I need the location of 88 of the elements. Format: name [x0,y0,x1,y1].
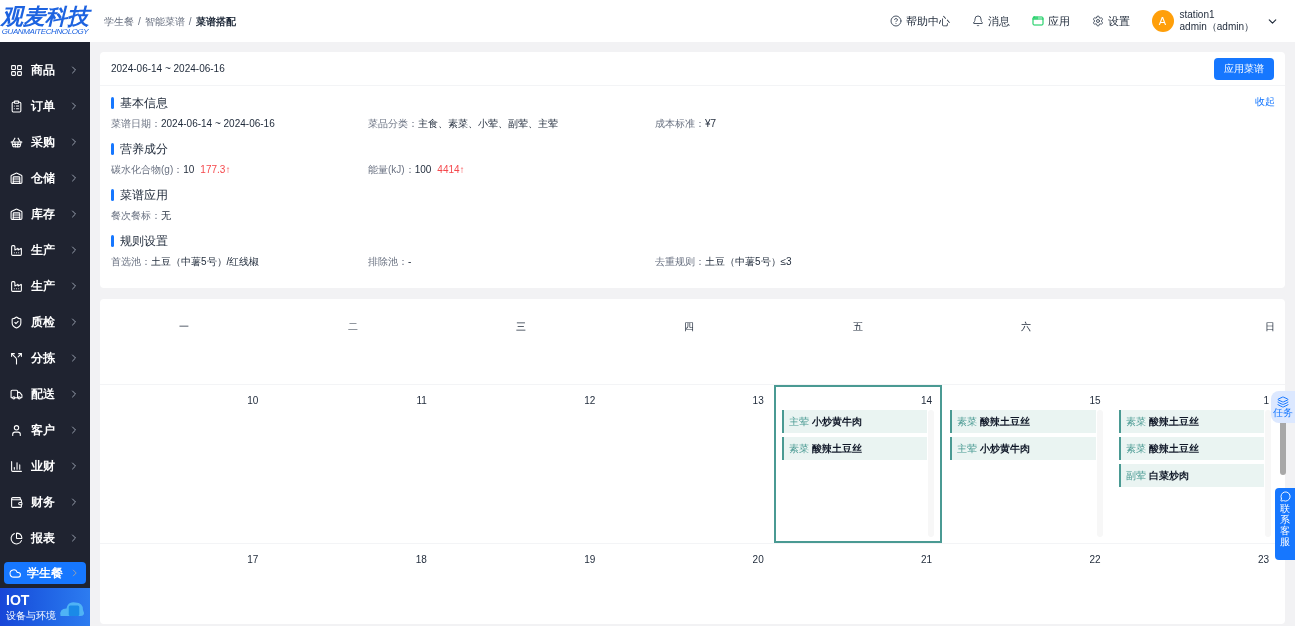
day-number: 12 [583,394,597,408]
info-field: 成本标准：¥7 [655,115,717,131]
calendar-day[interactable]: 14 主荤 小炒黄牛肉 素菜 酸辣土豆丝 [773,385,943,543]
task-button[interactable]: 任务 [1271,391,1295,423]
breadcrumb-separator: / [188,14,192,29]
sidebar-item[interactable]: 配送 [0,376,90,412]
breadcrumb-link[interactable]: 智能菜谱 [144,13,185,29]
menu-event[interactable]: 素菜 酸辣土豆丝 [950,410,1096,433]
day-number: 17 [246,553,260,567]
day-number: 15 [1088,394,1102,408]
day-number: 23 [1256,553,1270,567]
breadcrumb-separator: / [138,14,141,29]
info-field: 首选池：土豆（中薯5号）/红线椒 [111,253,260,269]
info-field: 排除池：- [368,253,412,269]
section-title: 营养成分 [120,141,168,158]
sidebar-item[interactable]: 仓储 [0,160,90,196]
iot-banner[interactable]: IOT 设备与环境 [0,588,90,626]
menu-event[interactable]: 素菜 酸辣土豆丝 [1118,410,1264,433]
day-number: 22 [1088,553,1102,567]
warning-value: 4414↑ [437,162,465,177]
calendar-day[interactable]: 11 [268,385,437,543]
sidebar-item[interactable]: 库存 [0,196,90,232]
header-action[interactable]: 帮助中心 [889,12,950,30]
weekday-header: 四 [683,320,696,334]
sidebar-item[interactable]: 生产 [0,268,90,304]
sidebar-item[interactable]: 财务 [0,484,90,520]
day-number: 19 [583,553,597,567]
day-number: 1 [1262,394,1270,408]
sidebar-item[interactable]: 商品 [0,52,90,88]
info-field: 碳水化合物(g)：10 [111,161,195,177]
apply-menu-button[interactable]: 应用菜谱 [1214,57,1274,80]
calendar-day[interactable]: 18 [268,544,437,624]
calendar-day[interactable]: 13 [605,385,774,543]
weekday-header: 一 [178,320,191,334]
sidebar-item[interactable]: 业财 [0,448,90,484]
day-number: 18 [414,553,428,567]
calendar-day[interactable]: 19 [436,544,606,624]
sidebar-item[interactable]: 质检 [0,304,90,340]
header-action[interactable]: 设置 [1091,12,1130,30]
calendar-day[interactable]: 21 [773,544,943,624]
sidebar-item[interactable]: 分拣 [0,340,90,376]
section-title: 规则设置 [120,233,168,250]
weekday-header: 六 [1020,320,1033,334]
menu-event[interactable]: 副荤 白菜炒肉 [1118,464,1264,487]
warning-value: 177.3↑ [200,162,231,177]
menu-event[interactable]: 主荤 小炒黄牛肉 [781,410,928,433]
calendar-day[interactable]: 10 [100,385,269,543]
weekday-header: 五 [851,320,864,334]
user-name: admin（admin） [1179,21,1254,34]
menu-event[interactable]: 主荤 小炒黄牛肉 [950,437,1096,460]
info-field: 能量(kJ)：100 [368,161,432,177]
info-field: 去重规则：土豆（中薯5号）≤3 [655,253,792,269]
date-range: 2024-06-14 ~ 2024-06-16 [111,62,225,76]
day-number: 10 [246,394,260,408]
section-title: 基本信息 [120,95,168,112]
menu-event[interactable]: 素菜 酸辣土豆丝 [1118,437,1264,460]
station-name: station1 [1179,8,1216,21]
info-field: 菜谱日期：2024-06-14 ~ 2024-06-16 [111,115,275,131]
sidebar-item[interactable]: 采购 [0,124,90,160]
breadcrumb-link[interactable]: 菜谱搭配 [195,13,236,29]
breadcrumb-link[interactable]: 学生餐 [104,13,134,29]
calendar-day[interactable]: 20 [605,544,774,624]
collapse-link[interactable]: 收起 [1255,94,1275,109]
header-action[interactable]: 消息 [971,12,1010,30]
logo-subtitle: GUANMAITECHNOLOGY [1,28,89,36]
weekday-header: 日 [1264,320,1276,334]
section-title: 菜谱应用 [120,187,168,204]
sidebar-item[interactable]: 订单 [0,88,90,124]
calendar-day[interactable]: 22 [942,544,1111,624]
sidebar-item[interactable]: 报表 [0,520,90,556]
day-number: 20 [751,553,765,567]
weekday-header: 三 [515,320,528,334]
sidebar-item[interactable]: 学生餐 [4,562,86,584]
weekday-header: 二 [346,320,359,334]
day-number: 11 [415,394,428,408]
sidebar-item[interactable]: 生产 [0,232,90,268]
calendar-day[interactable]: 17 [100,544,269,624]
header-action[interactable]: 应用 [1031,12,1070,30]
sidebar-item[interactable]: 客户 [0,412,90,448]
day-number: 14 [920,394,934,408]
day-number: 13 [751,394,765,408]
calendar-day[interactable]: 12 [436,385,606,543]
day-number: 21 [920,553,934,567]
contact-support-button[interactable]: 联系客服 [1275,488,1295,560]
calendar-day[interactable]: 15 素菜 酸辣土豆丝 主荤 小炒黄牛肉 [942,385,1111,543]
info-field: 餐次餐标：无 [111,207,171,223]
menu-event[interactable]: 素菜 酸辣土豆丝 [781,437,928,460]
info-field: 菜品分类：主食、素菜、小荤、副荤、主荤 [368,115,558,131]
